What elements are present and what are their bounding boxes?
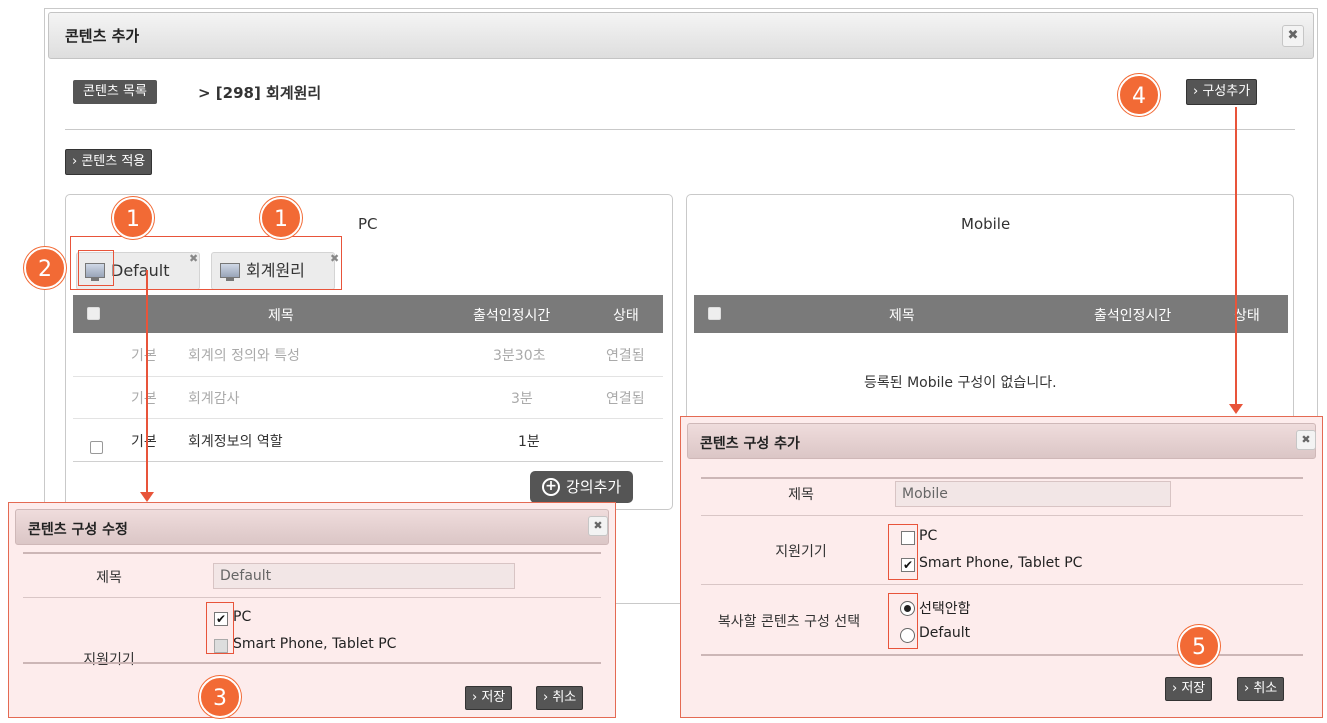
row-status: 연결됨 [606,348,645,364]
plus-circle-icon: + [542,478,560,496]
dialog-title: 콘텐츠 추가 [65,27,140,45]
form-top-border [701,477,1303,479]
pc-option-label: PC [233,609,252,625]
step-badge-2: 2 [24,247,66,289]
dialog-titlebar: 콘텐츠 구성 추가 ✖ [687,423,1316,459]
device-label: 지원기기 [83,652,135,668]
mobile-panel-title: Mobile [961,215,1011,233]
row-status: 연결됨 [606,391,645,407]
config-edit-dialog: 콘텐츠 구성 수정 ✖ 제목 Default 지원기기 ✔ PC Smart P… [8,502,616,718]
highlight-edit-devices [206,602,234,654]
row-divider [73,418,663,419]
close-icon[interactable]: ✖ [1282,25,1304,47]
step-badge-1b: 1 [260,197,302,239]
row-time: 1분 [518,434,540,450]
device-label: 지원기기 [775,544,827,560]
row-type: 기본 [131,434,157,450]
save-button[interactable]: › 저장 [1165,677,1213,701]
cancel-button[interactable]: › 취소 [536,686,584,710]
row-checkbox[interactable] [90,441,103,454]
add-lecture-button[interactable]: + 강의추가 [530,471,634,503]
save-button[interactable]: › 저장 [465,686,513,710]
step-badge-5: 5 [1178,625,1220,667]
col-time: 출석인정시간 [473,308,551,324]
highlight-copy-options [888,593,918,649]
row-type: 기본 [131,348,157,364]
radio-default-label: Default [919,625,971,641]
add-lecture-label: 강의추가 [566,478,622,496]
mobile-table-header: 제목 출석인정시간 상태 [694,295,1288,333]
arrow-line [146,270,148,492]
row-title: 회계감사 [188,391,240,407]
pc-panel-title: PC [358,215,378,233]
select-all-checkbox[interactable] [87,307,100,320]
select-all-checkbox[interactable] [708,307,721,320]
config-add-dialog: 콘텐츠 구성 추가 ✖ 제목 Mobile 지원기기 PC ✔ Smart Ph… [680,416,1323,718]
step-badge-3: 3 [199,676,241,718]
mobile-option-label: Smart Phone, Tablet PC [233,636,397,652]
close-icon[interactable]: ✖ [1296,430,1316,450]
row-type: 기본 [131,391,157,407]
form-divider [701,515,1303,516]
form-bottom-border [23,662,601,664]
row-time: 3분30초 [493,348,546,364]
breadcrumb-content-list[interactable]: 콘텐츠 목록 [73,80,157,104]
add-config-button[interactable]: › 구성추가 [1186,79,1258,105]
title-input[interactable]: Default [213,563,515,589]
col-title: 제목 [268,308,294,324]
row-divider [73,376,663,377]
apply-content-button[interactable]: › 콘텐츠 적용 [65,149,153,175]
arrow-down-icon [140,492,154,502]
mobile-panel: Mobile 제목 출석인정시간 상태 등록된 Mobile 구성이 없습니다. [686,194,1294,424]
row-title: 회계정보의 역할 [188,434,283,450]
dialog-titlebar: 콘텐츠 추가 ✖ [48,12,1314,59]
dialog-title: 콘텐츠 구성 수정 [28,522,128,538]
divider [65,129,1295,130]
radio-none-label: 선택안함 [919,601,971,617]
pc-table-header: 제목 출석인정시간 상태 [73,295,663,333]
dialog-titlebar: 콘텐츠 구성 수정 ✖ [15,509,609,545]
title-label: 제목 [788,487,814,503]
form-top-border [23,552,601,554]
dialog-title: 콘텐츠 구성 추가 [700,436,800,452]
step-badge-1a: 1 [112,197,154,239]
col-title: 제목 [889,308,915,324]
arrow-line [1235,107,1237,404]
col-status: 상태 [1234,308,1260,324]
form-divider [701,584,1303,585]
step-badge-4: 4 [1118,74,1160,116]
arrow-down-icon [1229,404,1243,414]
pc-option-label: PC [919,528,938,544]
col-time: 출석인정시간 [1094,308,1172,324]
form-divider [23,597,601,598]
copy-config-label: 복사할 콘텐츠 구성 선택 [717,614,861,630]
breadcrumb-current: > [298] 회계원리 [198,84,322,102]
close-icon[interactable]: ✖ [588,516,608,536]
mobile-option-label: Smart Phone, Tablet PC [919,555,1083,571]
col-status: 상태 [613,308,639,324]
row-title: 회계의 정의와 특성 [188,348,300,364]
title-input[interactable]: Mobile [895,481,1171,507]
row-time: 3분 [511,391,533,407]
highlight-add-devices [888,524,918,580]
highlight-default-icon [78,250,114,286]
empty-message: 등록된 Mobile 구성이 없습니다. [864,375,1057,391]
cancel-button[interactable]: › 취소 [1237,677,1285,701]
title-label: 제목 [96,570,122,586]
row-divider [73,461,663,462]
